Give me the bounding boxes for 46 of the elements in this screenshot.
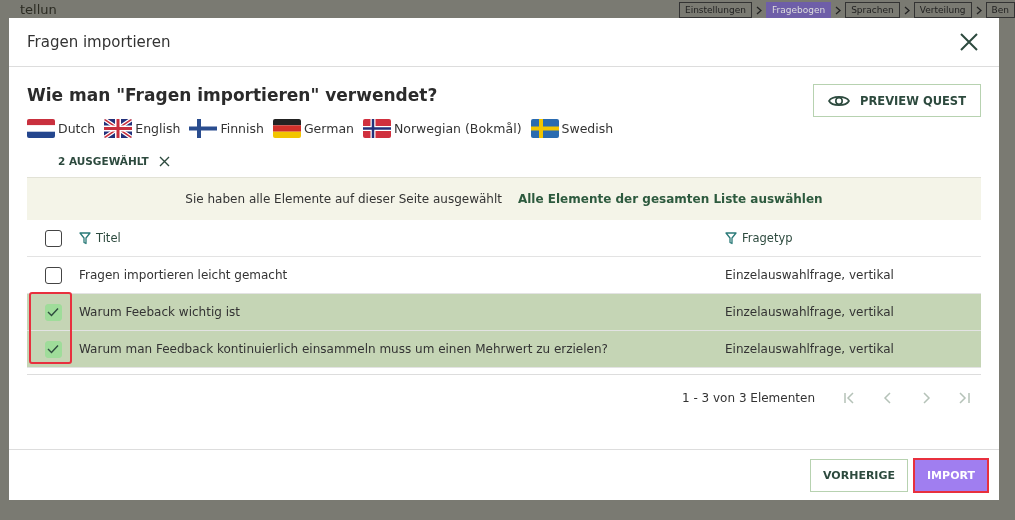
flag-icon bbox=[27, 119, 55, 138]
close-icon[interactable] bbox=[959, 32, 979, 52]
table-cell: Einzelauswahlfrage, vertikal bbox=[725, 305, 894, 319]
column-header[interactable]: Titel bbox=[96, 231, 121, 245]
step-tab[interactable]: Einstellungen bbox=[678, 2, 752, 18]
language-label: English bbox=[135, 121, 181, 136]
language-label: Swedish bbox=[561, 121, 614, 136]
banner-text: Sie haben alle Elemente auf dieser Seite ausgewählt bbox=[185, 192, 502, 206]
flag-icon bbox=[189, 119, 218, 138]
table-cell: Fragen importieren leicht gemacht bbox=[79, 268, 288, 282]
pagination-summary: 1 - 3 von 3 Elementen bbox=[681, 391, 815, 405]
table-row[interactable]: Warum man Feedback kontinuierlich einsammeln muss um einen Mehrwert zu erzielen? Einzelauswahlfrage, vertikal bbox=[27, 331, 981, 368]
chevron-icon bbox=[903, 5, 910, 15]
table-cell: Warum Feeback wichtig ist bbox=[79, 305, 240, 319]
page-title: tellun bbox=[20, 2, 57, 18]
step-tab[interactable]: Fragebogen bbox=[765, 2, 832, 18]
language-label: German bbox=[303, 121, 354, 136]
column-header[interactable]: Fragetyp bbox=[742, 231, 793, 245]
step-tab[interactable]: Sprachen bbox=[845, 2, 900, 18]
flag-icon bbox=[272, 119, 301, 138]
step-tab[interactable]: Verteilung bbox=[913, 2, 972, 18]
table-row[interactable]: Warum Feeback wichtig ist Einzelauswahlfrage, vertikal bbox=[27, 294, 981, 331]
filter-icon[interactable] bbox=[79, 231, 91, 245]
filter-icon[interactable] bbox=[725, 231, 737, 245]
select-all-checkbox[interactable] bbox=[44, 229, 62, 247]
section-heading: Wie man "Fragen importieren" verwendet? bbox=[27, 84, 439, 106]
table-cell: Warum man Feedback kontinuierlich einsammeln muss um einen Mehrwert zu erzielen? bbox=[79, 342, 608, 356]
table-cell: Einzelauswahlfrage, vertikal bbox=[725, 342, 894, 356]
row-checkbox[interactable] bbox=[44, 266, 62, 284]
dialog-title: Fragen importieren bbox=[27, 33, 171, 51]
chevron-icon bbox=[835, 5, 842, 15]
chevron-icon bbox=[755, 5, 762, 15]
table-cell: Einzelauswahlfrage, vertikal bbox=[725, 268, 894, 282]
selection-count: 2 AUSGEWÄHLT bbox=[58, 155, 149, 167]
flag-icon bbox=[362, 119, 391, 138]
select-all-link[interactable]: Alle Elemente der gesamten Liste auswählen bbox=[517, 192, 823, 206]
preview-button[interactable]: PREVIEW QUEST bbox=[813, 84, 981, 117]
language-label: Dutch bbox=[58, 121, 96, 136]
chevron-icon bbox=[975, 5, 982, 15]
flag-icon bbox=[530, 119, 559, 138]
language-label: Finnish bbox=[220, 121, 264, 136]
clear-selection-icon[interactable] bbox=[158, 155, 170, 167]
flag-icon bbox=[104, 119, 133, 138]
step-tab[interactable]: Ben bbox=[985, 2, 1015, 18]
previous-button[interactable]: VORHERIGE bbox=[810, 458, 908, 492]
language-label: Norwegian (Bokmål) bbox=[393, 121, 522, 136]
